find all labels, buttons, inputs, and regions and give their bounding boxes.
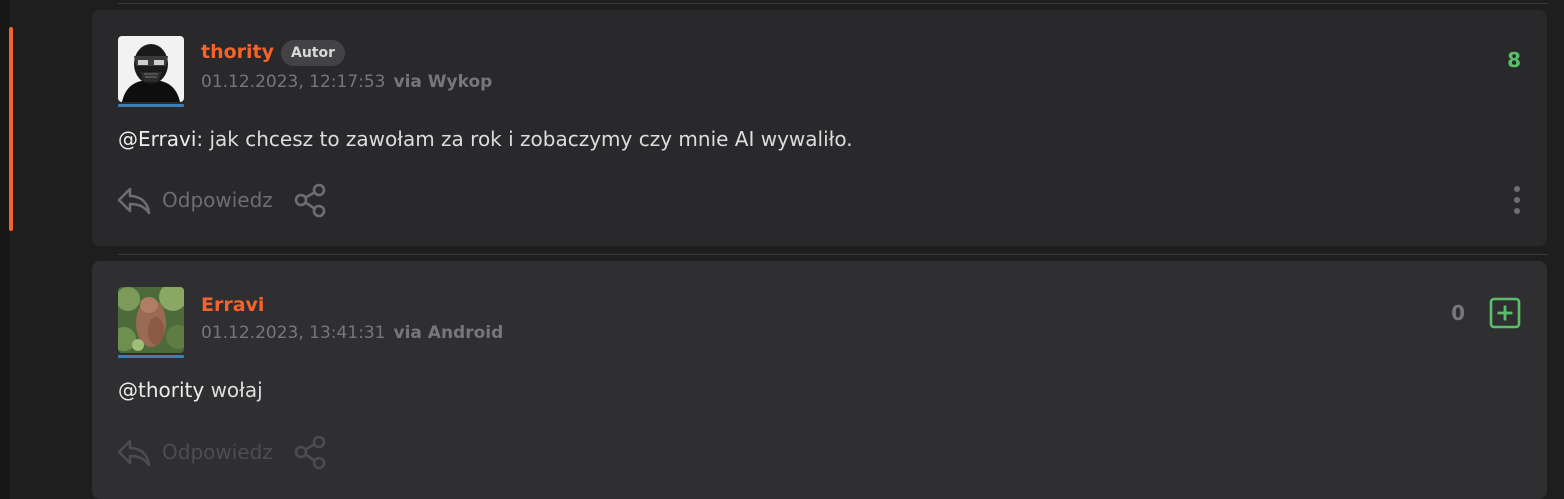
vertical-dots-icon[interactable] [1513,185,1521,215]
separator [118,254,1548,255]
avatar[interactable] [118,36,184,102]
author-username[interactable]: Erravi [201,293,264,317]
comment-actions: Odpowiedz [116,434,329,470]
avatar-mask-image [118,36,184,102]
vote-count-value: 0 [1451,301,1465,325]
reply-arrow-icon[interactable] [116,436,152,468]
avatar-underline [118,355,184,358]
comment-body: @thority wołaj [118,377,263,403]
vote-count-value: 8 [1507,48,1521,72]
vote-count: 8 [1507,48,1521,72]
comment-actions: Odpowiedz [116,182,329,218]
comments-page: thority Autor 01.12.2023, 12:17:53 via Wy… [0,0,1564,499]
comment-body: @Erravi: jak chcesz to zawołam za rok i … [118,126,853,152]
separator [118,3,1548,4]
reply-arrow-icon[interactable] [116,184,152,216]
share-icon[interactable] [293,434,329,470]
comment-text: wołaj [204,378,263,402]
avatar[interactable] [118,287,184,353]
plus-box-icon[interactable] [1489,297,1521,329]
mention-link[interactable]: @thority [118,378,204,402]
comment-date[interactable]: 01.12.2023, 12:17:53 [201,72,386,92]
comment-source: via Wykop [393,72,493,92]
comment-date[interactable]: 01.12.2023, 13:41:31 [201,323,386,343]
reply-button[interactable]: Odpowiedz [162,186,273,214]
author-badge: Autor [281,40,346,66]
comment-meta: 01.12.2023, 13:41:31 via Android [201,322,503,344]
comment-text: : jak chcesz to zawołam za rok i zobaczy… [196,127,853,151]
comment-card: thority Autor 01.12.2023, 12:17:53 via Wy… [92,10,1547,246]
mention-link[interactable]: @Erravi [118,127,196,151]
author-username[interactable]: thority [201,40,274,64]
vote-count: 0 [1451,301,1465,325]
thread-accent-bar [9,27,13,231]
reply-button[interactable]: Odpowiedz [162,438,273,466]
avatar-underline [118,104,184,107]
comment-source: via Android [393,323,504,343]
avatar-photo-image [118,287,184,353]
comment-card: Erravi 01.12.2023, 13:41:31 via Android 0… [92,261,1547,499]
share-icon[interactable] [293,182,329,218]
comment-meta: 01.12.2023, 12:17:53 via Wykop [201,71,492,93]
